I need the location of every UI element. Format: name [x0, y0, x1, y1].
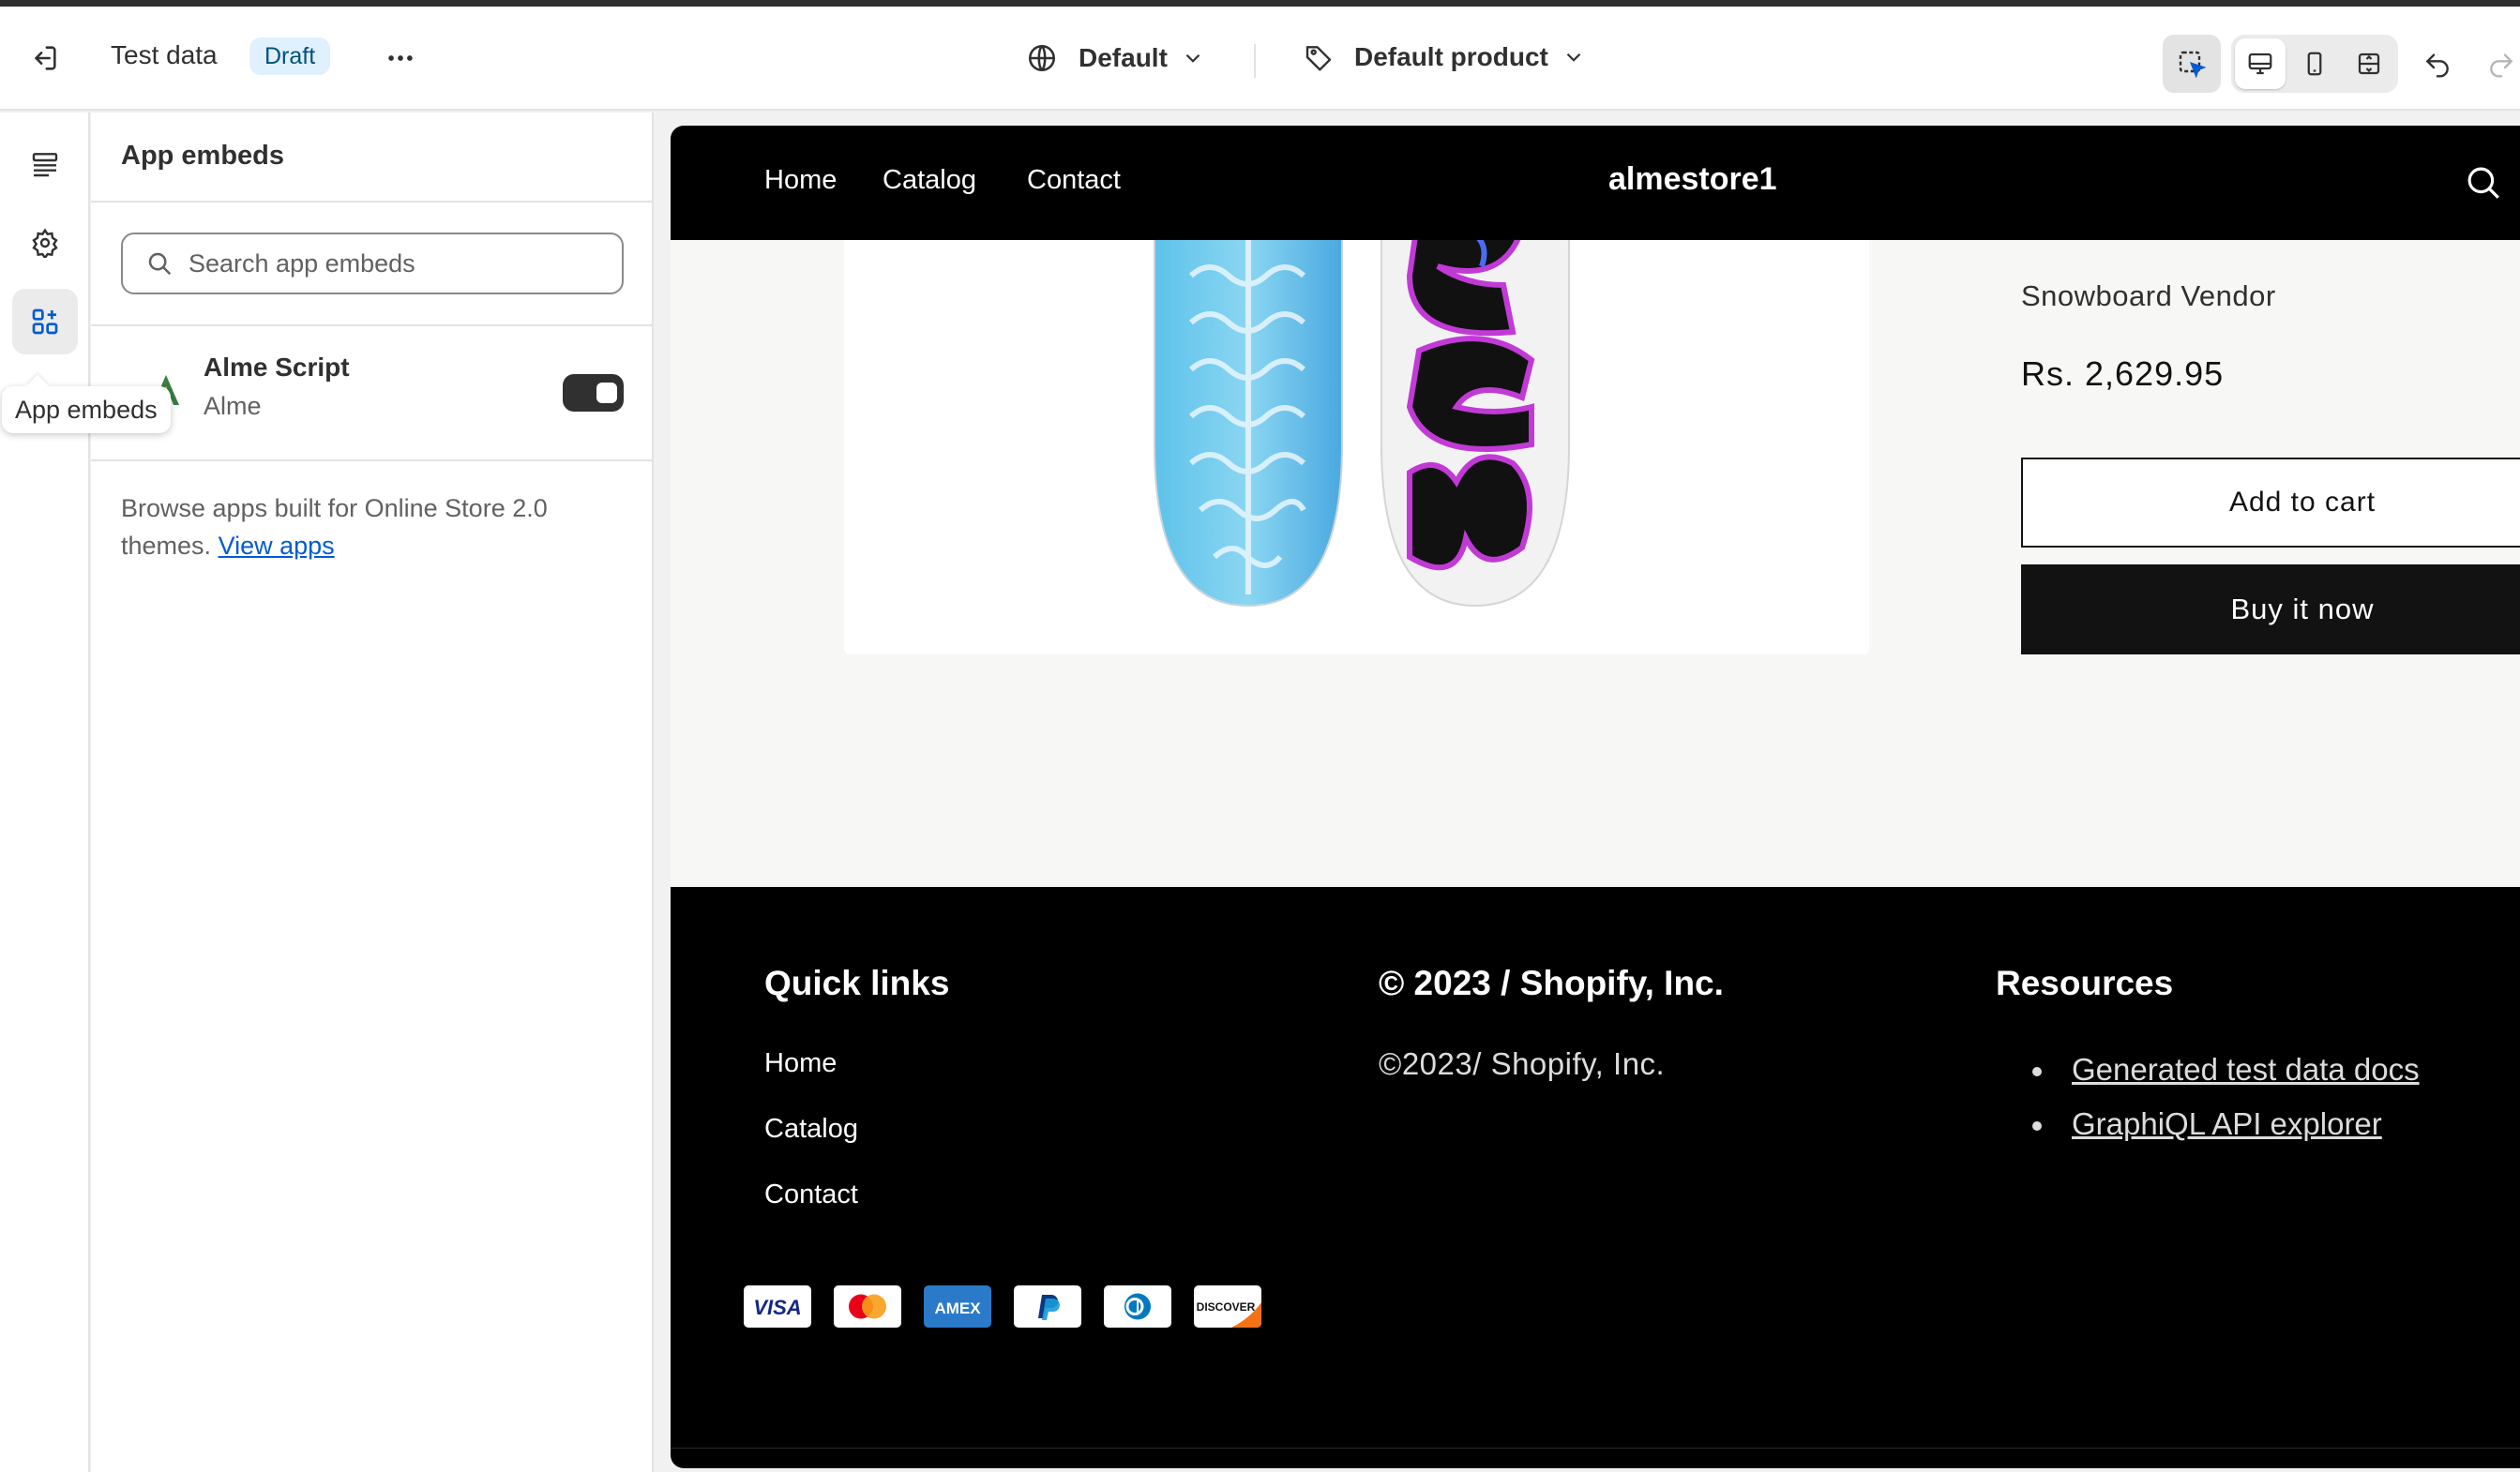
- svg-text:VISA: VISA: [753, 1296, 801, 1319]
- payment-icons: VISA AMEX DISCOVER: [744, 1285, 1261, 1328]
- status-badge: Draft: [249, 38, 331, 75]
- amex-icon: AMEX: [924, 1285, 991, 1328]
- view-apps-link[interactable]: View apps: [219, 532, 335, 560]
- mastercard-icon: [834, 1285, 901, 1328]
- store-nav-contact[interactable]: Contact: [1027, 165, 1121, 196]
- footer-link-home[interactable]: Home: [764, 1048, 837, 1079]
- list-item[interactable]: GraphiQL API explorer: [2032, 1097, 2420, 1151]
- topbar-divider: [1254, 44, 1256, 78]
- panel-title: App embeds: [121, 141, 285, 171]
- product-image: [844, 200, 1869, 654]
- footer-resource-link[interactable]: Generated test data docs: [2072, 1052, 2420, 1087]
- paypal-icon: [1014, 1285, 1081, 1328]
- template-select-label: Default product: [1354, 42, 1548, 71]
- search-input[interactable]: [189, 248, 601, 278]
- undo-icon: [2425, 53, 2449, 78]
- visa-icon: VISA: [744, 1285, 811, 1328]
- sections-button[interactable]: [12, 131, 78, 197]
- undo-button[interactable]: [2408, 35, 2467, 93]
- store-nav-catalog[interactable]: Catalog: [883, 165, 976, 196]
- store-header: Home Catalog Contact almestore1: [671, 126, 2520, 240]
- diners-icon: [1104, 1285, 1171, 1328]
- product-price: Rs. 2,629.95: [2021, 354, 2225, 393]
- more-actions-button[interactable]: [371, 29, 430, 87]
- left-rail: [0, 113, 90, 1472]
- fullscreen-icon: [2358, 53, 2380, 75]
- product-vendor: Snowboard Vendor: [2021, 279, 2276, 312]
- app-embeds-panel: App embeds Alme Script Alme Browse apps …: [91, 113, 654, 1472]
- exit-icon: [35, 46, 56, 70]
- footer-resources-heading: Resources: [1996, 964, 2174, 1002]
- footer-resources-list: Generated test data docs GraphiQL API ex…: [2032, 1043, 2420, 1151]
- panel-divider: [91, 201, 654, 203]
- browse-apps-text: Browse apps built for Online Store 2.0 t…: [121, 489, 627, 564]
- list-item[interactable]: Generated test data docs: [2032, 1043, 2420, 1097]
- inspector-icon: [2179, 51, 2207, 79]
- device-switcher: [2231, 35, 2398, 93]
- search-icon: [148, 252, 172, 276]
- footer-divider: [671, 1448, 2520, 1449]
- add-to-cart-button[interactable]: Add to cart: [2021, 458, 2520, 548]
- more-icon: [388, 55, 413, 61]
- embed-name: Alme Script: [204, 353, 350, 382]
- store-preview: Home Catalog Contact almestore1 Snowboar…: [671, 126, 2520, 1468]
- footer-quick-links-heading: Quick links: [764, 964, 950, 1002]
- buy-it-now-button[interactable]: Buy it now: [2021, 564, 2520, 654]
- store-nav-home[interactable]: Home: [764, 165, 837, 196]
- panel-divider: [91, 459, 654, 461]
- app-embeds-button[interactable]: [12, 289, 78, 354]
- redo-icon: [2490, 53, 2513, 78]
- chevron-down-icon: [1566, 53, 1581, 62]
- desktop-icon: [2248, 53, 2272, 75]
- mobile-icon: [2307, 52, 2322, 76]
- footer-resource-link[interactable]: GraphiQL API explorer: [2072, 1106, 2382, 1141]
- search-app-embeds[interactable]: [121, 233, 624, 294]
- tag-icon: [1305, 46, 1332, 71]
- language-select-label: Default: [1079, 43, 1168, 72]
- footer-link-contact[interactable]: Contact: [764, 1179, 858, 1210]
- exit-button[interactable]: [15, 29, 73, 87]
- embed-row-alme-script: Alme Script Alme: [91, 324, 654, 459]
- globe-icon: [1028, 44, 1056, 72]
- chevron-down-icon: [1185, 53, 1200, 63]
- mobile-view-button[interactable]: [2289, 38, 2340, 89]
- inspector-button[interactable]: [2163, 35, 2221, 93]
- app-embeds-tooltip: App embeds: [2, 386, 171, 433]
- theme-title: Test data: [111, 40, 218, 69]
- apps-icon: [32, 308, 58, 335]
- redo-button[interactable]: [2472, 35, 2520, 93]
- sections-icon: [32, 153, 58, 177]
- gear-icon: [32, 228, 58, 258]
- language-select[interactable]: Default: [1026, 42, 1205, 74]
- discover-icon: DISCOVER: [1194, 1285, 1261, 1328]
- footer-copyright-heading: © 2023 / Shopify, Inc.: [1379, 964, 1724, 1002]
- search-icon[interactable]: [2464, 163, 2503, 203]
- store-footer: Quick links © 2023 / Shopify, Inc. Resou…: [671, 887, 2520, 1468]
- theme-settings-button[interactable]: [12, 210, 78, 276]
- footer-copyright-text: ©2023/ Shopify, Inc.: [1379, 1046, 1666, 1081]
- store-name[interactable]: almestore1: [1608, 161, 1777, 198]
- svg-text:AMEX: AMEX: [934, 1299, 981, 1317]
- top-edge: [0, 0, 2520, 7]
- template-select[interactable]: Default product: [1304, 42, 1586, 72]
- snowboard-image: [1154, 200, 1570, 608]
- footer-link-catalog[interactable]: Catalog: [764, 1114, 858, 1145]
- embed-toggle[interactable]: [563, 374, 624, 412]
- svg-text:DISCOVER: DISCOVER: [1197, 1300, 1256, 1314]
- embed-vendor: Alme: [204, 392, 262, 420]
- fullscreen-view-button[interactable]: [2344, 38, 2394, 89]
- desktop-view-button[interactable]: [2235, 38, 2286, 89]
- toggle-knob: [596, 383, 617, 403]
- editor-topbar: Test data Draft Default Default product: [0, 7, 2520, 111]
